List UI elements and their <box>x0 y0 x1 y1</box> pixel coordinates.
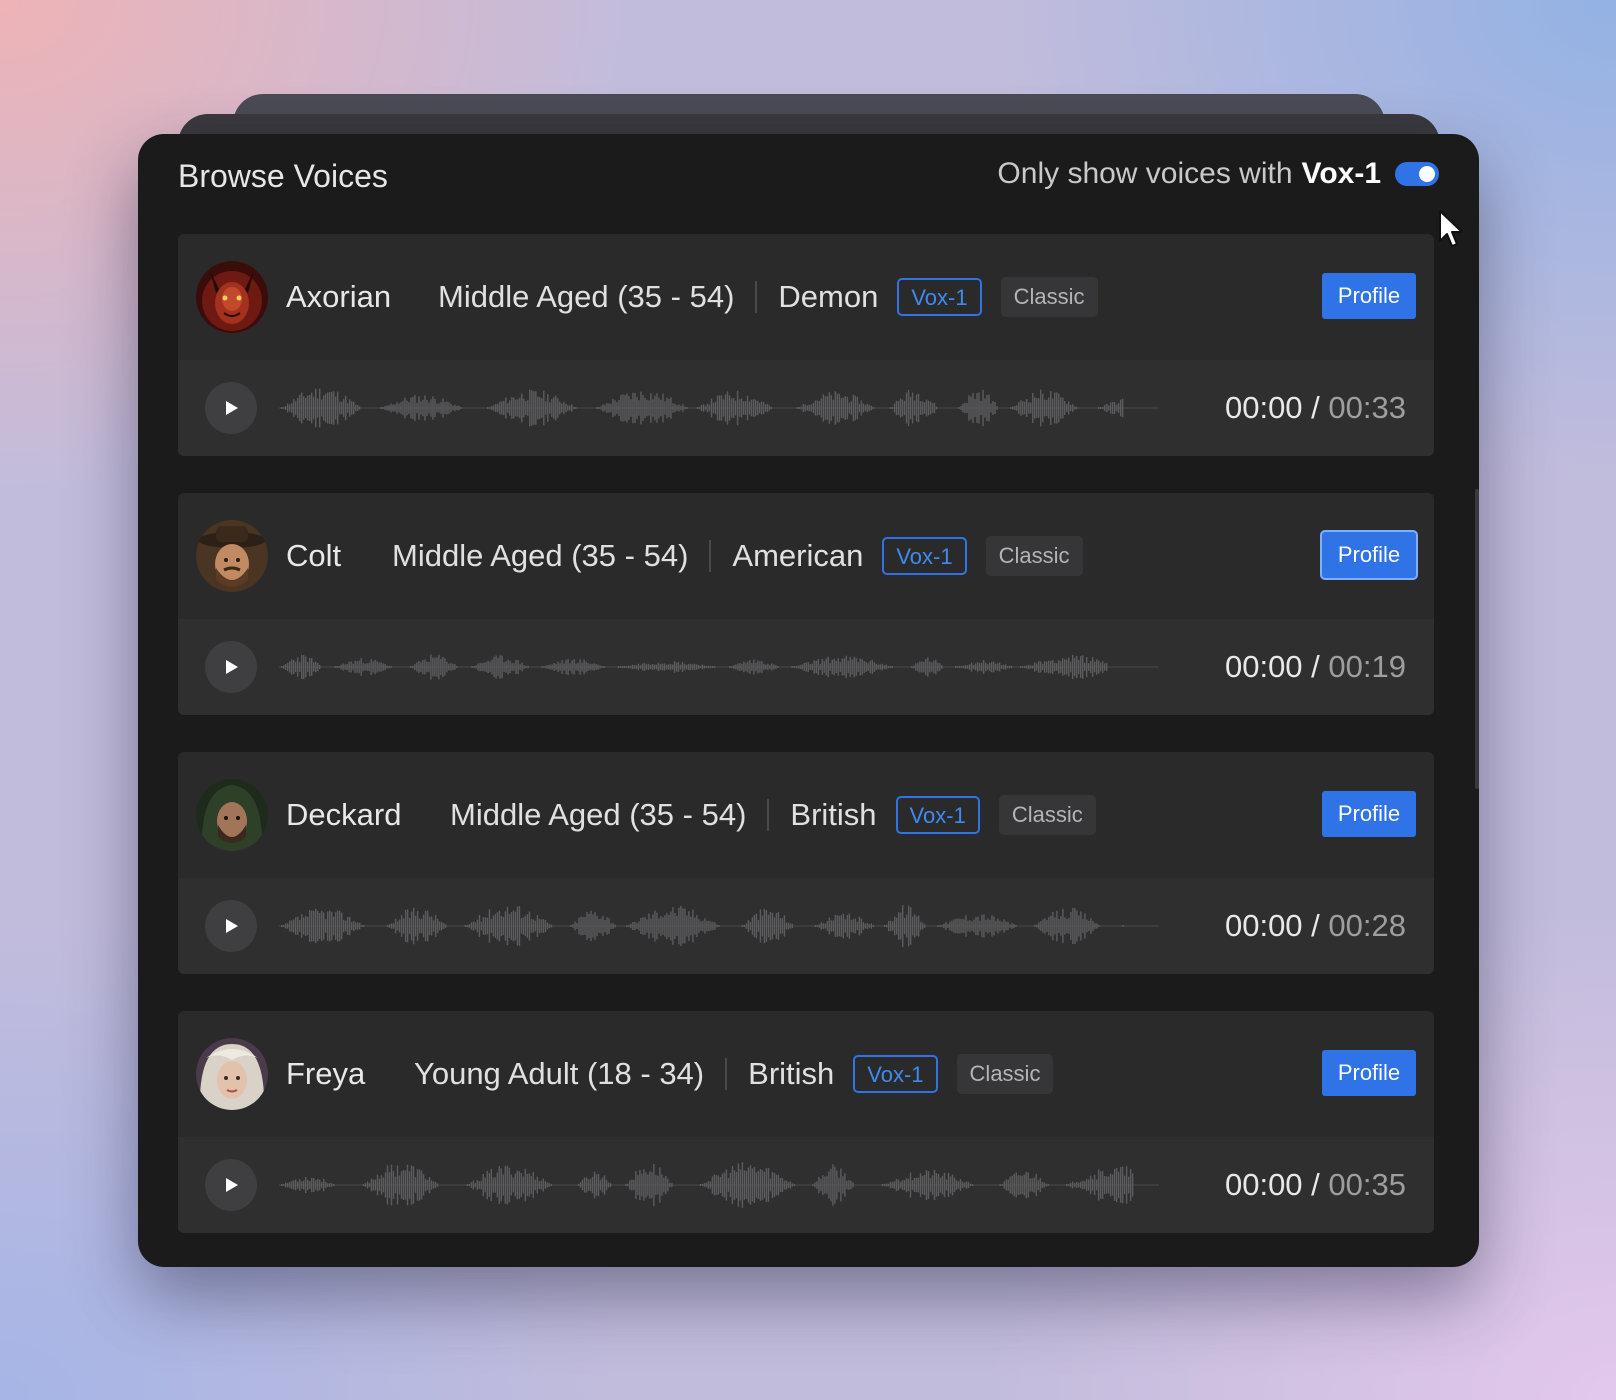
profile-button[interactable]: Profile <box>1322 791 1416 837</box>
style-badge: Classic <box>956 1054 1054 1094</box>
voice-age: Young Adult (18 - 34) <box>414 1056 705 1091</box>
mouse-cursor-icon <box>1439 210 1463 247</box>
browse-voices-window: Browse Voices Only show voices with Vox-… <box>138 134 1479 1267</box>
filter-model-label: Vox-1 <box>1301 157 1381 190</box>
voice-card: Freya Young Adult (18 - 34) British Vox-… <box>178 1011 1434 1233</box>
window-header: Browse Voices Only show voices with Vox-… <box>178 154 1439 200</box>
divider <box>767 799 770 831</box>
playback-time: 00:00 / 00:28 <box>1225 878 1406 974</box>
style-badge: Classic <box>985 536 1083 576</box>
elf-woman-avatar <box>196 1038 268 1110</box>
voice-card-header: Colt Middle Aged (35 - 54) American Vox-… <box>178 493 1434 619</box>
voice-card: Deckard Middle Aged (35 - 54) British Vo… <box>178 752 1434 974</box>
audio-player: 00:00 / 00:19 <box>178 619 1434 715</box>
time-current: 00:00 <box>1224 390 1303 425</box>
time-current: 00:00 <box>1224 1167 1303 1202</box>
waveform[interactable] <box>279 896 1159 956</box>
model-badge: Vox-1 <box>853 1055 938 1093</box>
model-badge: Vox-1 <box>895 796 980 834</box>
play-button[interactable] <box>205 900 257 952</box>
time-total: 00:35 <box>1328 1167 1406 1202</box>
audio-player: 00:00 / 00:33 <box>178 360 1434 456</box>
voice-list: Axorian Middle Aged (35 - 54) Demon Vox-… <box>178 234 1434 1270</box>
play-icon <box>226 919 238 933</box>
voice-accent: Demon <box>778 279 879 314</box>
style-badge: Classic <box>998 795 1096 835</box>
playback-time: 00:00 / 00:35 <box>1225 1137 1406 1233</box>
model-badge: Vox-1 <box>897 278 982 316</box>
play-button[interactable] <box>205 641 257 693</box>
play-icon <box>226 1178 238 1192</box>
waveform[interactable] <box>279 1155 1159 1215</box>
time-separator: / <box>1311 390 1320 425</box>
voice-name: Axorian <box>286 279 392 314</box>
voice-card-header: Axorian Middle Aged (35 - 54) Demon Vox-… <box>178 234 1434 360</box>
toggle-knob <box>1419 166 1435 182</box>
time-total: 00:28 <box>1328 908 1406 943</box>
voice-card-header: Deckard Middle Aged (35 - 54) British Vo… <box>178 752 1434 878</box>
time-current: 00:00 <box>1224 908 1303 943</box>
model-badge: Vox-1 <box>882 537 967 575</box>
play-button[interactable] <box>205 382 257 434</box>
voice-age: Middle Aged (35 - 54) <box>392 538 689 573</box>
time-separator: / <box>1311 649 1320 684</box>
voice-card: Axorian Middle Aged (35 - 54) Demon Vox-… <box>178 234 1434 456</box>
divider <box>755 281 758 313</box>
style-badge: Classic <box>1000 277 1098 317</box>
voice-age: Middle Aged (35 - 54) <box>438 279 735 314</box>
time-current: 00:00 <box>1224 649 1303 684</box>
demon-avatar <box>196 261 268 333</box>
voice-name: Colt <box>286 538 342 573</box>
play-icon <box>226 660 238 674</box>
voice-name: Freya <box>286 1056 366 1091</box>
time-total: 00:33 <box>1328 390 1406 425</box>
play-icon <box>226 401 238 415</box>
voice-accent: American <box>732 538 864 573</box>
play-button[interactable] <box>205 1159 257 1211</box>
vox-filter: Only show voices with Vox-1 <box>997 154 1439 194</box>
profile-button[interactable]: Profile <box>1322 532 1416 578</box>
cowboy-avatar <box>196 520 268 592</box>
filter-label: Only show voices with <box>997 157 1293 190</box>
playback-time: 00:00 / 00:19 <box>1225 619 1406 715</box>
page-title: Browse Voices <box>178 158 388 194</box>
playback-time: 00:00 / 00:33 <box>1225 360 1406 456</box>
voice-card: Colt Middle Aged (35 - 54) American Vox-… <box>178 493 1434 715</box>
profile-button[interactable]: Profile <box>1322 1050 1416 1096</box>
time-separator: / <box>1311 1167 1320 1202</box>
voice-card-header: Freya Young Adult (18 - 34) British Vox-… <box>178 1011 1434 1137</box>
profile-button[interactable]: Profile <box>1322 273 1416 319</box>
voice-accent: British <box>790 797 877 832</box>
voice-accent: British <box>748 1056 835 1091</box>
hooded-man-avatar <box>196 779 268 851</box>
voice-name: Deckard <box>286 797 402 832</box>
audio-player: 00:00 / 00:28 <box>178 878 1434 974</box>
time-separator: / <box>1311 908 1320 943</box>
waveform[interactable] <box>279 637 1159 697</box>
audio-player: 00:00 / 00:35 <box>178 1137 1434 1233</box>
waveform[interactable] <box>279 378 1159 438</box>
time-total: 00:19 <box>1328 649 1406 684</box>
divider <box>709 540 712 572</box>
divider <box>725 1058 728 1090</box>
scrollbar[interactable] <box>1475 489 1479 789</box>
voice-age: Middle Aged (35 - 54) <box>450 797 747 832</box>
vox-filter-toggle[interactable] <box>1395 162 1439 186</box>
